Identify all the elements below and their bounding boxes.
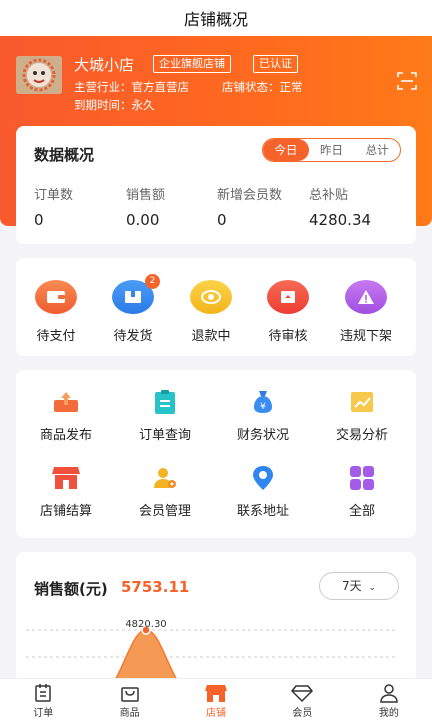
review-icon[interactable] (267, 280, 309, 314)
sales-area (113, 629, 179, 682)
range-tab-today[interactable]: 今日 (263, 139, 309, 161)
bottom-tab-bar: 订单 商品 店铺 会员 我的 (0, 678, 432, 720)
tag-flagship: 企业旗舰店铺 (153, 55, 231, 73)
expiry-row: 到期时间：永久 (74, 97, 155, 113)
tab-label: 店铺 (206, 708, 227, 719)
status-value: 正常 (279, 80, 303, 94)
page-title: 店铺概况 (183, 10, 248, 29)
tab-members[interactable]: 会员 (259, 679, 345, 720)
tab-orders[interactable]: 订单 (0, 679, 86, 720)
sales-value: 5753.11 (121, 578, 190, 596)
tool-publish-product[interactable]: 商品发布 (26, 424, 106, 443)
scan-icon[interactable] (397, 72, 417, 90)
expiry-value: 永久 (131, 98, 155, 112)
store-icon[interactable] (51, 464, 81, 492)
data-overview-card: 数据概况 今日 昨日 总计 订单数 0 销售额 0.00 新增会员数 0 总补贴… (16, 126, 416, 244)
shop-avatar[interactable] (16, 56, 62, 94)
tag-verified: 已认证 (253, 55, 298, 73)
industry-row: 主营行业：官方直营店 (74, 79, 189, 95)
upload-icon[interactable] (51, 388, 81, 416)
sales-chart: 4820.30 (26, 619, 396, 682)
package-icon[interactable]: 2 (112, 274, 160, 314)
tab-label: 订单 (33, 708, 54, 719)
sales-range-value: 7天 (341, 579, 362, 593)
wallet-icon[interactable] (35, 280, 77, 314)
tab-products[interactable]: 商品 (86, 679, 172, 720)
stat-value: 4280.34 (309, 211, 372, 229)
member-gear-icon[interactable] (150, 464, 180, 492)
pending-ship-badge: 2 (145, 274, 160, 289)
stat-orders: 订单数 0 (34, 184, 73, 229)
sales-card: 销售额(元) 5753.11 7天 ⌄ 4820.30 (16, 552, 416, 682)
status-label-pending-pay[interactable]: 待支付 (26, 325, 86, 344)
stat-label: 总补贴 (309, 188, 349, 203)
stat-new-members: 新增会员数 0 (217, 184, 282, 229)
tab-label: 会员 (292, 708, 313, 719)
tab-label: 我的 (378, 708, 399, 719)
status-label-pending-review[interactable]: 待审核 (258, 325, 318, 344)
stat-value: 0.00 (126, 211, 160, 229)
grid-icon[interactable] (347, 464, 377, 492)
sales-range-dropdown[interactable]: 7天 ⌄ (319, 572, 399, 600)
location-icon[interactable] (248, 464, 278, 492)
order-status-card: 待支付 2 待发货 退款中 待审核 违规下架 (16, 258, 416, 356)
status-label-pending-ship[interactable]: 待发货 (103, 325, 163, 344)
stat-label: 销售额 (126, 188, 166, 203)
stat-label: 新增会员数 (217, 188, 283, 203)
tool-store-settlement[interactable]: 店铺结算 (26, 500, 106, 519)
stat-value: 0 (34, 211, 44, 229)
tool-finance[interactable]: 财务状况 (223, 424, 303, 443)
top-bar: 店铺概况 (0, 0, 432, 36)
tool-order-query[interactable]: 订单查询 (125, 424, 205, 443)
tool-contact-address[interactable]: 联系地址 (223, 500, 303, 519)
stat-label: 订单数 (34, 188, 74, 203)
range-tab-yesterday[interactable]: 昨日 (309, 139, 355, 161)
chart-icon[interactable] (347, 388, 377, 416)
range-selector[interactable]: 今日 昨日 总计 (262, 138, 401, 162)
industry-label: 主营行业： (74, 80, 132, 94)
tool-trade-analysis[interactable]: 交易分析 (322, 424, 402, 443)
status-label: 店铺状态： (222, 80, 280, 94)
sales-label: 销售额(元) (34, 580, 108, 598)
range-tab-total[interactable]: 总计 (354, 139, 400, 161)
user-icon (380, 684, 398, 703)
tools-card: 商品发布 订单查询 ¥ 财务状况 交易分析 店铺结算 会员管理 联系地址 全部 (16, 370, 416, 538)
money-bag-icon[interactable]: ¥ (248, 388, 278, 416)
industry-value: 官方直营店 (131, 80, 190, 94)
warning-icon[interactable] (345, 280, 387, 314)
svg-text:¥: ¥ (260, 402, 266, 412)
stat-value: 0 (217, 211, 227, 229)
tab-mine[interactable]: 我的 (346, 679, 432, 720)
orders-icon (35, 684, 51, 702)
tool-all[interactable]: 全部 (322, 500, 402, 519)
tab-shop[interactable]: 店铺 (173, 679, 259, 720)
expiry-label: 到期时间： (74, 98, 132, 112)
status-label-refunding[interactable]: 退款中 (181, 325, 241, 344)
shop-name: 大城小店 (74, 56, 135, 74)
tab-label: 商品 (119, 708, 140, 719)
clipboard-icon[interactable] (150, 388, 180, 416)
status-label-violation[interactable]: 违规下架 (336, 325, 396, 344)
tool-member-management[interactable]: 会员管理 (125, 500, 205, 519)
coin-icon[interactable] (190, 280, 232, 314)
data-label: 4820.30 (125, 619, 166, 630)
diamond-icon (291, 685, 314, 703)
status-row: 店铺状态：正常 (222, 79, 303, 95)
stat-sales: 销售额 0.00 (126, 184, 165, 229)
stat-subsidy: 总补贴 4280.34 (309, 184, 371, 229)
chevron-down-icon: ⌄ (368, 583, 376, 593)
bag-icon (120, 687, 139, 702)
shop-icon (205, 685, 228, 702)
overview-title: 数据概况 (34, 146, 95, 164)
